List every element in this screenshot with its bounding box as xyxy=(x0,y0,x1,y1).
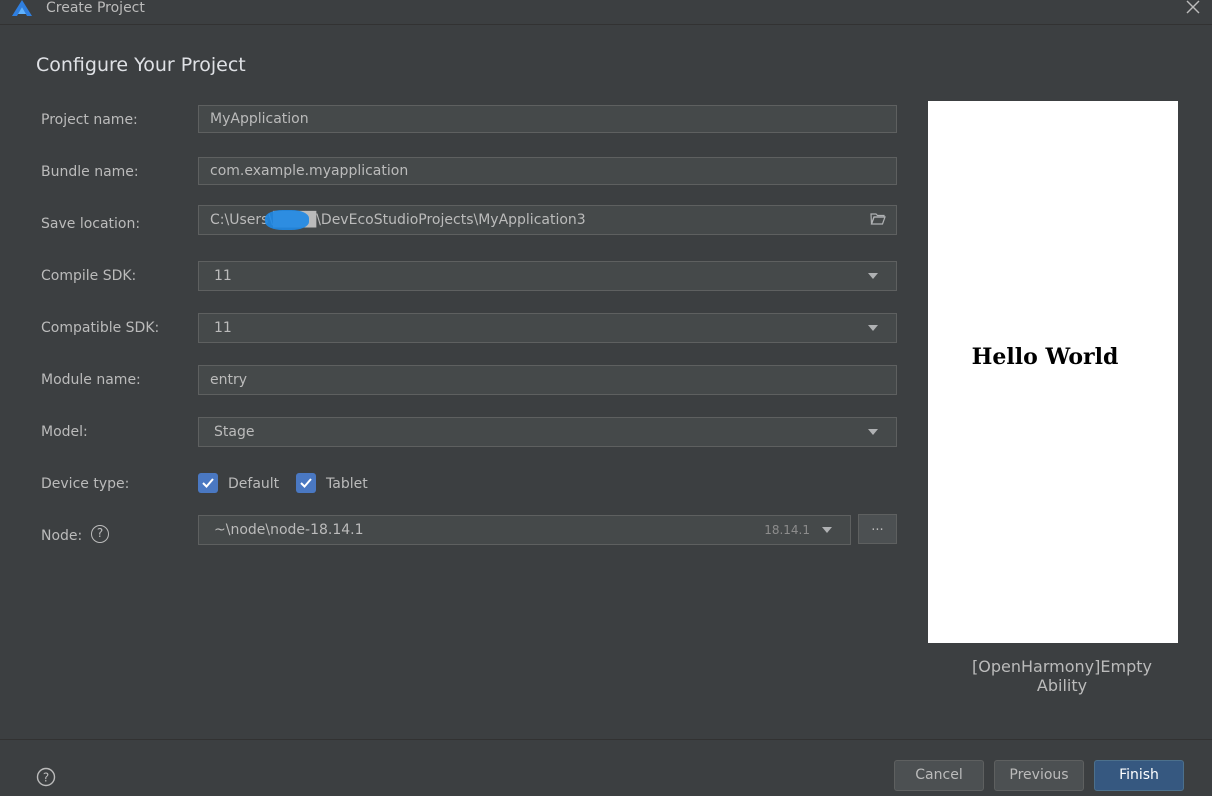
node-browse-button[interactable]: ... xyxy=(858,514,897,544)
compatible-sdk-select[interactable]: 11 xyxy=(198,313,897,343)
tablet-checkbox[interactable] xyxy=(296,473,316,493)
node-help-icon[interactable]: ? xyxy=(91,525,109,543)
bundle-name-input[interactable] xyxy=(198,157,897,185)
title-bar: Create Project xyxy=(0,0,1212,25)
template-name: [OpenHarmony]Empty Ability xyxy=(972,657,1152,695)
checkmark-icon xyxy=(300,478,312,488)
save-location-label: Save location: xyxy=(41,216,141,232)
project-name-input[interactable] xyxy=(198,105,897,133)
node-path-value: ~\node\node-18.14.1 xyxy=(214,522,364,538)
module-name-label: Module name: xyxy=(41,372,141,388)
bundle-name-label: Bundle name: xyxy=(41,164,139,180)
checkmark-icon xyxy=(202,478,214,488)
finish-button[interactable]: Finish xyxy=(1094,760,1184,791)
chevron-down-icon xyxy=(868,325,878,331)
save-location-input[interactable]: C:\Users\████\DevEcoStudioProjects\MyApp… xyxy=(198,205,897,235)
model-value: Stage xyxy=(214,424,255,440)
cancel-button[interactable]: Cancel xyxy=(894,760,984,791)
compile-sdk-select[interactable]: 11 xyxy=(198,261,897,291)
previous-button[interactable]: Previous xyxy=(994,760,1084,791)
folder-open-icon[interactable] xyxy=(870,212,886,226)
deveco-logo-icon xyxy=(12,0,32,16)
module-name-input[interactable] xyxy=(198,365,897,395)
model-select[interactable]: Stage xyxy=(198,417,897,447)
project-name-label: Project name: xyxy=(41,112,138,128)
device-type-label: Device type: xyxy=(41,476,130,492)
template-preview: Hello World xyxy=(928,101,1178,643)
svg-text:?: ? xyxy=(43,771,49,785)
default-checkbox-label[interactable]: Default xyxy=(228,474,279,494)
compatible-sdk-label: Compatible SDK: xyxy=(41,320,160,336)
compile-sdk-value: 11 xyxy=(214,268,232,284)
page-title: Configure Your Project xyxy=(36,54,246,76)
chevron-down-icon xyxy=(822,527,832,533)
model-label: Model: xyxy=(41,424,88,440)
node-select[interactable]: ~\node\node-18.14.1 18.14.1 xyxy=(198,515,851,545)
window-title: Create Project xyxy=(46,0,145,16)
close-icon[interactable] xyxy=(1186,0,1200,14)
preview-text: Hello World xyxy=(971,344,1119,370)
footer-divider xyxy=(0,739,1212,740)
node-label: Node: xyxy=(41,528,83,544)
redaction-mark xyxy=(265,210,309,230)
chevron-down-icon xyxy=(868,273,878,279)
chevron-down-icon xyxy=(868,429,878,435)
compatible-sdk-value: 11 xyxy=(214,320,232,336)
compile-sdk-label: Compile SDK: xyxy=(41,268,137,284)
tablet-checkbox-label[interactable]: Tablet xyxy=(326,474,368,494)
node-version: 18.14.1 xyxy=(764,523,810,537)
help-icon[interactable]: ? xyxy=(36,767,56,787)
default-checkbox[interactable] xyxy=(198,473,218,493)
